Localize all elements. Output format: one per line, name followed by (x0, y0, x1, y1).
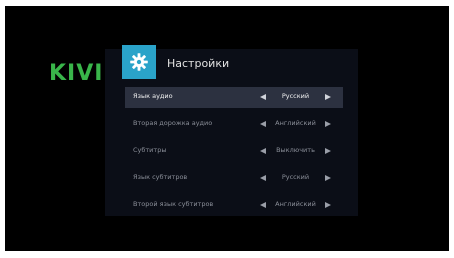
settings-icon-tile (122, 45, 156, 79)
setting-label: Язык аудио (133, 92, 173, 100)
setting-value: Английский (275, 200, 316, 208)
setting-row-subtitle-language[interactable]: Язык субтитров Русский (125, 168, 343, 189)
arrow-left-icon[interactable] (260, 94, 266, 100)
arrow-left-icon[interactable] (260, 121, 266, 127)
arrow-right-icon[interactable] (325, 94, 331, 100)
settings-panel: Настройки Язык аудио Русский Вторая доро… (105, 45, 358, 216)
arrow-right-icon[interactable] (325, 202, 331, 208)
gear-icon (130, 53, 148, 71)
arrow-left-icon[interactable] (260, 148, 266, 154)
setting-value: Выключить (276, 146, 315, 154)
setting-row-subtitles[interactable]: Субтитры Выключить (125, 141, 343, 162)
settings-header: Настройки (105, 45, 358, 89)
setting-label: Субтитры (133, 146, 167, 154)
setting-row-second-subtitle-language[interactable]: Второй язык субтитров Английский (125, 195, 343, 216)
arrow-right-icon[interactable] (325, 121, 331, 127)
page-title: Настройки (167, 57, 230, 70)
setting-value: Английский (275, 119, 316, 127)
settings-list: Язык аудио Русский Вторая дорожка аудио … (125, 87, 343, 222)
setting-label: Второй язык субтитров (133, 200, 214, 208)
setting-row-second-audio-track[interactable]: Вторая дорожка аудио Английский (125, 114, 343, 135)
arrow-right-icon[interactable] (325, 175, 331, 181)
brand-logo: KIVI (49, 61, 104, 86)
arrow-right-icon[interactable] (325, 148, 331, 154)
setting-value: Русский (281, 173, 310, 181)
setting-row-audio-language[interactable]: Язык аудио Русский (125, 87, 343, 108)
setting-label: Вторая дорожка аудио (133, 119, 213, 127)
arrow-left-icon[interactable] (260, 175, 266, 181)
tv-screen: KIVI Настройки Язык аудио Русский Вторая… (5, 6, 449, 251)
setting-label: Язык субтитров (133, 173, 188, 181)
arrow-left-icon[interactable] (260, 202, 266, 208)
setting-value: Русский (281, 92, 310, 100)
